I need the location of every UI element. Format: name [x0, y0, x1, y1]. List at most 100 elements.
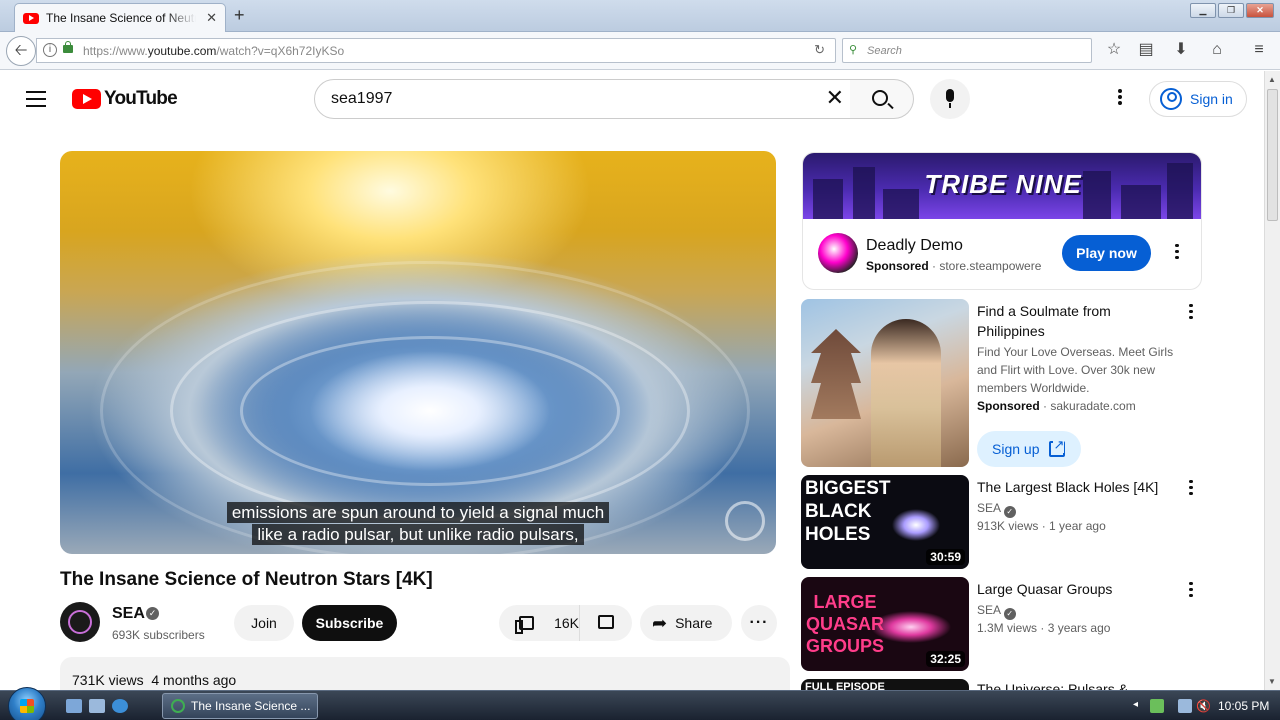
subscribe-button[interactable]: Subscribe — [302, 605, 397, 641]
scroll-down-arrow-icon[interactable]: ▼ — [1268, 677, 1276, 686]
rec-title[interactable]: Find a Soulmate from Philippines — [977, 301, 1177, 341]
show-hidden-icons-icon[interactable]: ◂ — [1133, 699, 1147, 713]
microphone-icon — [946, 89, 954, 102]
rec-title[interactable]: The Universe: Pulsars & — [977, 679, 1177, 690]
youtube-logo[interactable]: YouTube — [72, 88, 178, 110]
video-title: The Insane Science of Neutron Stars [4K] — [60, 569, 433, 590]
share-button[interactable]: ➦ Share — [640, 605, 732, 641]
view-count-date: 731K views 4 months ago — [72, 672, 237, 688]
window-restore-button[interactable]: ❐ — [1218, 3, 1244, 18]
recommended-video[interactable]: LARGE QUASAR GROUPS 32:25 Large Quasar G… — [801, 577, 1201, 671]
subscriber-count: 693K subscribers — [112, 628, 205, 642]
search-button[interactable] — [850, 79, 914, 119]
browser-tab[interactable]: The Insane Science of Neutron Stars [4K]… — [14, 3, 226, 32]
video-player[interactable]: emissions are spun around to yield a sig… — [60, 151, 776, 554]
rec-channel[interactable]: SEA ✓ — [977, 501, 1016, 518]
ad-title[interactable]: Deadly Demo — [866, 237, 963, 255]
like-dislike-group: 16K — [499, 605, 632, 641]
volume-muted-icon[interactable]: 🔇 — [1196, 699, 1211, 713]
tray-app-icon[interactable] — [1150, 699, 1164, 713]
sponsored-thumbnail[interactable] — [801, 299, 969, 467]
rec-title[interactable]: Large Quasar Groups — [977, 579, 1177, 599]
window-close-button[interactable]: ✕ — [1246, 3, 1274, 18]
more-actions-button[interactable]: ··· — [741, 605, 777, 641]
clear-search-icon[interactable]: ✕ — [826, 87, 844, 109]
share-label: Share — [675, 615, 713, 631]
recommended-video[interactable]: FULL EPISODE The Universe: Pulsars & — [801, 679, 1201, 690]
browser-app-icon — [171, 699, 185, 713]
sign-up-button[interactable]: Sign up — [977, 431, 1081, 467]
scroll-up-arrow-icon[interactable]: ▲ — [1268, 75, 1276, 84]
rec-thumbnail[interactable]: BIGGEST BLACK HOLES 30:59 — [801, 475, 969, 569]
rec-sponsor-line: Sponsored · sakuradate.com — [977, 399, 1136, 413]
taskbar-browser-item[interactable]: The Insane Science ... — [162, 693, 318, 719]
home-icon[interactable]: ⌂ — [1207, 40, 1227, 60]
clock-time[interactable]: 10:05 PM — [1218, 699, 1269, 713]
rec-thumbnail[interactable]: LARGE QUASAR GROUPS 32:25 — [801, 577, 969, 671]
menu-icon[interactable]: ≡ — [1249, 40, 1269, 60]
browser-search-placeholder: Search — [867, 45, 902, 57]
info-icon[interactable]: i — [43, 43, 57, 57]
windows-taskbar: The Insane Science ... ◂ 🔇 10:05 PM — [0, 687, 1280, 720]
rec-description: Find Your Love Overseas. Meet Girls and … — [977, 345, 1174, 395]
rec-more-icon[interactable] — [1181, 477, 1201, 501]
recommended-video[interactable]: BIGGEST BLACK HOLES 30:59 The Largest Bl… — [801, 475, 1201, 569]
like-button[interactable]: 16K — [499, 605, 580, 641]
search-input[interactable] — [331, 90, 791, 108]
thumbs-down-icon — [598, 615, 614, 629]
rec-stats: 913K views · 1 year ago — [977, 519, 1106, 533]
back-arrow-icon[interactable]: 🡠 — [6, 36, 36, 66]
new-tab-button[interactable]: + — [234, 5, 245, 26]
reload-icon[interactable]: ↻ — [814, 42, 825, 58]
channel-name[interactable]: SEA — [112, 605, 145, 623]
internet-explorer-icon[interactable] — [112, 699, 128, 713]
youtube-favicon-icon — [23, 12, 39, 24]
guide-menu-icon[interactable] — [26, 91, 46, 107]
search-box: ✕ — [314, 79, 851, 119]
account-icon — [1160, 88, 1182, 110]
advertiser-logo[interactable] — [818, 233, 858, 273]
tab-close-icon[interactable]: ✕ — [206, 10, 217, 26]
bookmark-star-icon[interactable]: ☆ — [1104, 40, 1124, 60]
network-icon[interactable] — [1178, 699, 1192, 713]
sponsored-ad-card[interactable]: TRIBE NINE Deadly Demo Sponsored · store… — [802, 152, 1202, 290]
address-bar[interactable]: i https://www.youtube.com/watch?v=qX6h72… — [36, 38, 836, 63]
scrollbar-thumb[interactable] — [1267, 89, 1278, 221]
sign-in-button[interactable]: Sign in — [1149, 81, 1247, 117]
share-arrow-icon: ➦ — [652, 612, 668, 633]
rec-title[interactable]: The Largest Black Holes [4K] — [977, 477, 1177, 497]
rec-channel[interactable]: SEA ✓ — [977, 603, 1016, 620]
search-icon — [872, 90, 888, 106]
play-now-button[interactable]: Play now — [1062, 235, 1151, 271]
caption-line: emissions are spun around to yield a sig… — [60, 502, 776, 523]
ad-sponsor-line: Sponsored · store.steampowere — [866, 259, 1042, 273]
sign-in-label: Sign in — [1190, 91, 1233, 107]
verified-check-icon: ✓ — [1003, 608, 1016, 620]
ad-banner-image[interactable]: TRIBE NINE — [803, 153, 1201, 219]
join-button[interactable]: Join — [234, 605, 294, 641]
voice-search-button[interactable] — [930, 79, 970, 119]
verified-check-icon: ✓ — [146, 607, 159, 620]
start-button-icon[interactable] — [8, 687, 46, 720]
page-scrollbar[interactable]: ▲ ▼ — [1264, 71, 1280, 690]
download-icon[interactable]: ⬇ — [1171, 40, 1191, 60]
channel-avatar[interactable] — [60, 602, 100, 642]
browser-search-box[interactable]: ⚲ Search — [842, 38, 1092, 63]
reading-list-icon[interactable]: ▤ — [1136, 40, 1156, 60]
rec-thumbnail[interactable]: FULL EPISODE — [801, 679, 969, 690]
rec-more-icon[interactable] — [1181, 301, 1201, 325]
window-switcher-icon[interactable] — [89, 699, 105, 713]
window-minimize-button[interactable]: ▁ — [1190, 3, 1216, 18]
settings-more-icon[interactable] — [1110, 87, 1130, 111]
url-text[interactable]: https://www.youtube.com/watch?v=qX6h72Iy… — [83, 44, 344, 58]
search-engine-icon[interactable]: ⚲ — [849, 43, 857, 56]
ad-more-icon[interactable] — [1167, 241, 1187, 265]
dislike-button[interactable] — [580, 605, 632, 641]
external-link-icon — [1049, 437, 1066, 457]
video-duration: 32:25 — [926, 651, 965, 667]
show-desktop-icon[interactable] — [66, 699, 82, 713]
sponsored-recommendation[interactable]: Find a Soulmate from Philippines Find Yo… — [801, 299, 1201, 469]
rec-more-icon[interactable] — [1181, 579, 1201, 603]
like-count: 16K — [554, 615, 579, 631]
youtube-logo-text: YouTube — [104, 88, 178, 109]
